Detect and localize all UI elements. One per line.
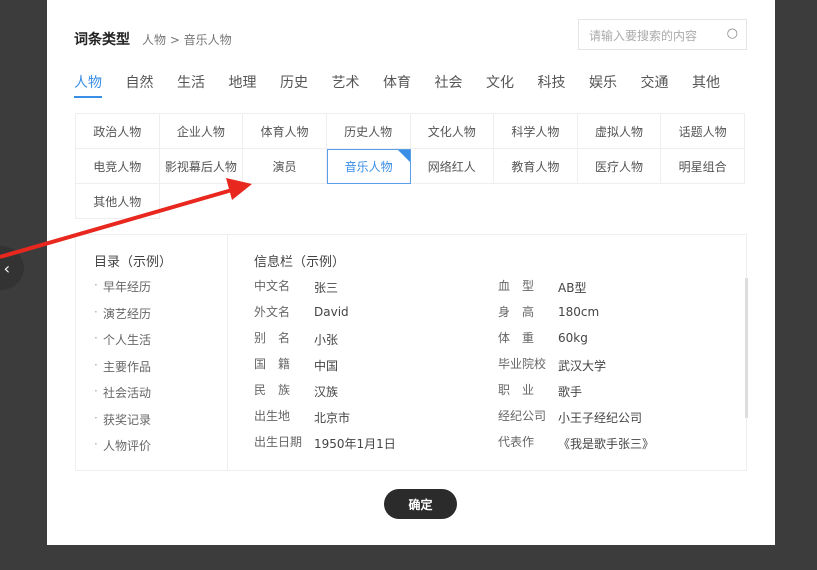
annotation-arrow <box>0 178 252 259</box>
